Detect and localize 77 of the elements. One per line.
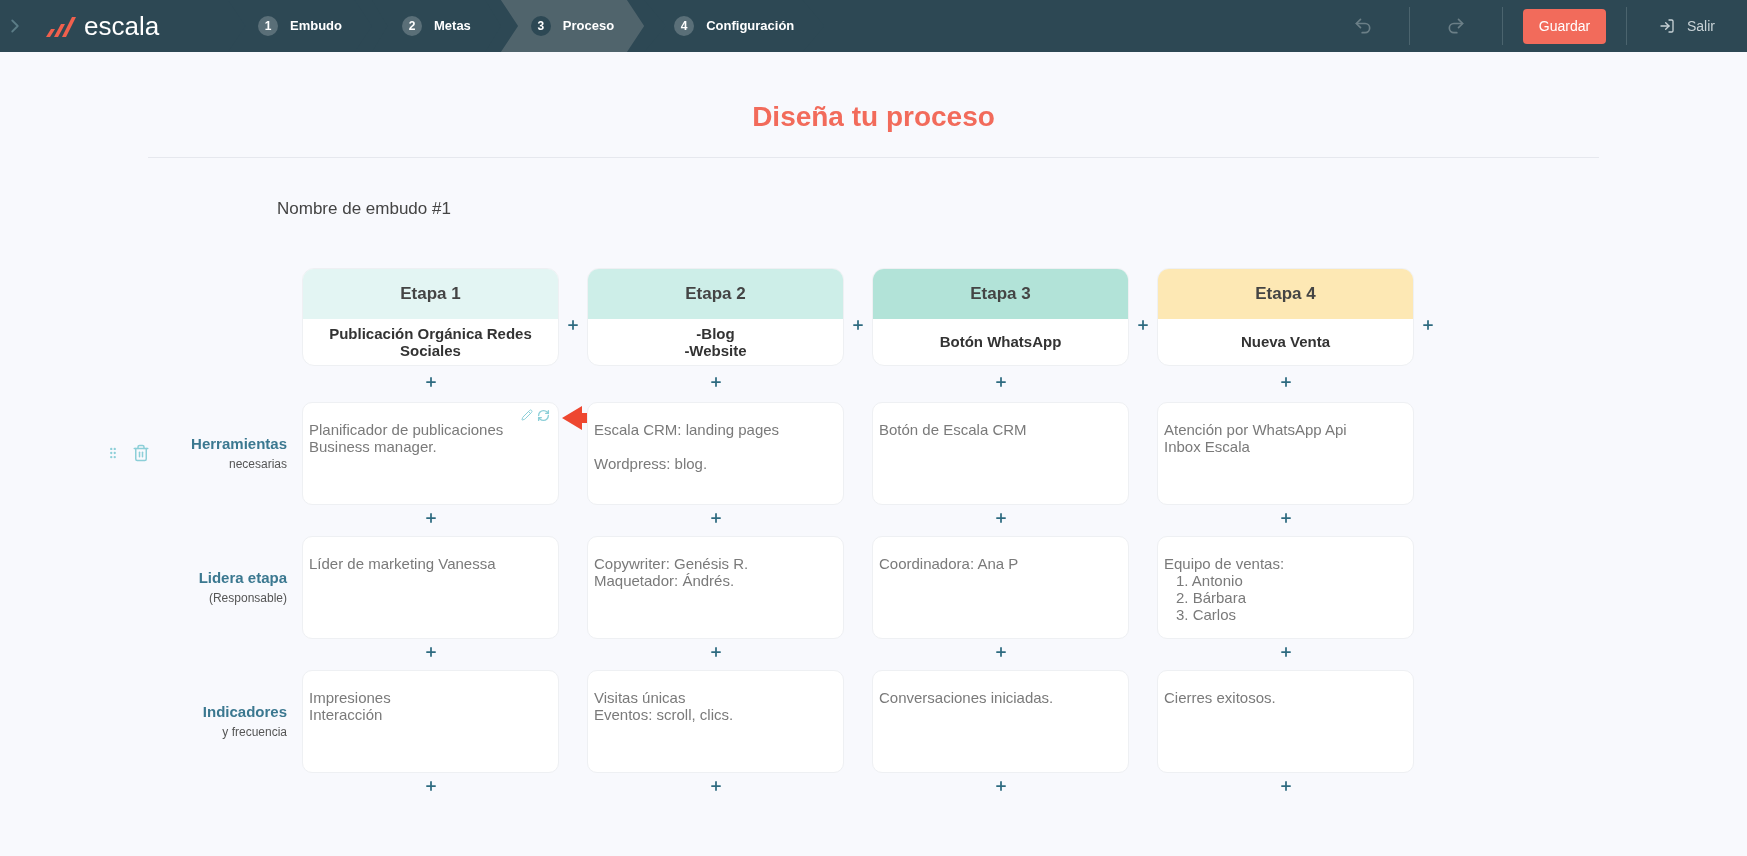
- card-text: Coordinadora: Ana P: [879, 554, 1020, 572]
- row-sublabel: necesarias: [228, 456, 287, 474]
- plus-icon: [423, 510, 438, 525]
- step-number: 2: [402, 16, 422, 36]
- plus-icon: [708, 644, 723, 659]
- card-text: Planificador de publicaciones Business manager.: [309, 420, 505, 455]
- plus-icon: [708, 374, 723, 389]
- process-card[interactable]: Impresiones Interacción: [302, 669, 559, 773]
- step-number: 3: [530, 16, 551, 36]
- exit-icon: [1659, 18, 1675, 34]
- process-card[interactable]: Conversaciones iniciadas.: [872, 669, 1129, 773]
- refresh-icon: [537, 408, 550, 422]
- step-number: 4: [674, 16, 695, 36]
- step-number: 1: [258, 16, 278, 36]
- plus-icon: [708, 778, 723, 793]
- stage-label: Etapa 3: [970, 282, 1031, 305]
- card-text: Equipo de ventas:: [1164, 554, 1286, 572]
- list-item: 1. Antonio: [1176, 571, 1244, 589]
- plus-icon: [566, 317, 580, 332]
- stage-name: Botón WhatsApp: [939, 333, 1062, 350]
- process-card[interactable]: Planificador de publicaciones Business manager.: [302, 401, 559, 505]
- stage-label: Etapa 1: [400, 282, 461, 305]
- process-card[interactable]: Escala CRM: landing pages Wordpress: blog.: [587, 401, 844, 505]
- undo-icon: [1353, 16, 1373, 36]
- pencil-icon: [521, 408, 533, 421]
- plus-icon: [423, 374, 438, 389]
- row-sublabel: y frecuencia: [222, 724, 287, 742]
- funnel-name: Nombre de embudo #1: [277, 198, 452, 220]
- card-text: Líder de marketing Vanessa: [309, 554, 497, 572]
- logo-icon: [46, 15, 76, 37]
- plus-icon: [1278, 374, 1293, 389]
- process-card[interactable]: Cierres exitosos.: [1157, 669, 1414, 773]
- process-card[interactable]: Botón de Escala CRM: [872, 401, 1129, 505]
- row-label: Herramientas: [191, 433, 287, 454]
- plus-icon: [1278, 644, 1293, 659]
- card-text: Botón de Escala CRM: [879, 420, 1028, 438]
- card-text: Copywriter: Genésis R. Maquetador: Ándrés.: [594, 554, 750, 589]
- row-label: Indicadores: [202, 701, 287, 722]
- plus-icon: [423, 644, 438, 659]
- redo-icon: [1446, 16, 1466, 36]
- stage-name: -Blog -Website: [684, 324, 747, 359]
- card-text: Escala CRM: landing pages Wordpress: blog.: [594, 420, 781, 472]
- plus-icon: [1278, 778, 1293, 793]
- process-card[interactable]: Atención por WhatsApp Api Inbox Escala: [1157, 401, 1414, 505]
- row-sublabel: (Responsable): [208, 590, 287, 608]
- plus-icon: [1421, 317, 1435, 332]
- card-text: Impresiones Interacción: [309, 688, 392, 723]
- process-card[interactable]: Visitas únicas Eventos: scroll, clics.: [587, 669, 844, 773]
- plus-icon: [1278, 510, 1293, 525]
- plus-icon: [993, 644, 1008, 659]
- card-text: Visitas únicas Eventos: scroll, clics.: [594, 688, 735, 723]
- page-title: Diseña tu proceso: [751, 100, 996, 134]
- row-label: Lidera etapa: [198, 567, 287, 588]
- stage-label: Etapa 2: [685, 282, 746, 305]
- card-text: Atención por WhatsApp Api Inbox Escala: [1164, 420, 1348, 455]
- brand-name: escala: [84, 13, 160, 39]
- list-item: 3. Carlos: [1175, 605, 1238, 623]
- process-card[interactable]: Líder de marketing Vanessa: [302, 535, 559, 639]
- list-item: 2. Bárbara: [1175, 588, 1248, 606]
- plus-icon: [423, 778, 438, 793]
- stage-name: Nueva Venta: [1240, 333, 1331, 350]
- plus-icon: [993, 778, 1008, 793]
- plus-icon: [708, 510, 723, 525]
- plus-icon: [851, 317, 865, 332]
- stage-name: Publicación Orgánica Redes Sociales: [328, 324, 533, 359]
- save-button[interactable]: Guardar: [1523, 8, 1606, 44]
- process-card[interactable]: Equipo de ventas: 1. Antonio 2. Bárbara 3. Carlos: [1157, 535, 1414, 639]
- process-card[interactable]: Coordinadora: Ana P: [872, 535, 1129, 639]
- plus-icon: [993, 510, 1008, 525]
- process-card[interactable]: Copywriter: Genésis R. Maquetador: Ándrés.: [587, 535, 844, 639]
- exit-button[interactable]: Salir: [1627, 15, 1747, 37]
- stage-label: Etapa 4: [1255, 282, 1316, 305]
- card-text: Cierres exitosos.: [1164, 688, 1277, 706]
- plus-icon: [1136, 317, 1150, 332]
- step-tab[interactable]: 3 Proceso: [500, 0, 645, 52]
- card-text: Conversaciones iniciadas.: [879, 688, 1055, 706]
- plus-icon: [993, 374, 1008, 389]
